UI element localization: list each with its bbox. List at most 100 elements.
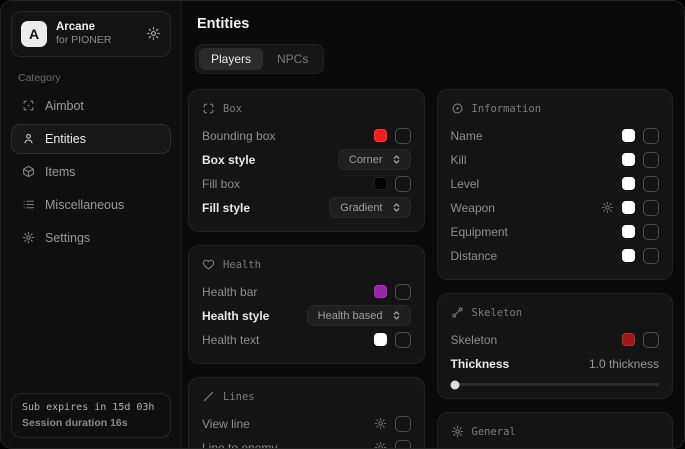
row-label: Health text xyxy=(202,333,259,347)
main-panel: Entities Players NPCs Box Bounding box xyxy=(182,1,684,448)
setting-row-weapon: Weapon xyxy=(451,196,660,219)
app-name: Arcane xyxy=(56,20,111,34)
row-label: Bounding box xyxy=(202,129,275,143)
sidebar-item-settings[interactable]: Settings xyxy=(11,223,171,253)
row-label: View line xyxy=(202,417,250,431)
list-icon xyxy=(22,198,35,211)
app-title-block: Arcane for PIONER xyxy=(56,20,111,48)
row-label: Fill style xyxy=(202,201,250,215)
setting-row-skeleton: Skeleton xyxy=(451,328,660,351)
bounding-box-checkbox[interactable] xyxy=(395,128,411,144)
kill-checkbox[interactable] xyxy=(643,152,659,168)
content-columns: Box Bounding box Box style Corne xyxy=(188,89,673,449)
row-label: Kill xyxy=(451,153,467,167)
setting-row-name: Name xyxy=(451,124,660,147)
color-swatch[interactable] xyxy=(622,153,635,166)
setting-row-health-bar: Health bar xyxy=(202,280,411,303)
sidebar-item-label: Entities xyxy=(45,132,86,146)
weapon-settings-gear-icon[interactable] xyxy=(601,201,614,214)
setting-row-thickness: Thickness 1.0 thickness xyxy=(451,352,660,375)
view-line-checkbox[interactable] xyxy=(395,416,411,432)
sidebar-item-label: Items xyxy=(45,165,76,179)
panel-title: General xyxy=(472,426,516,438)
color-swatch[interactable] xyxy=(622,129,635,142)
color-swatch[interactable] xyxy=(622,225,635,238)
box-style-dropdown[interactable]: Corner xyxy=(338,149,411,170)
tab-players[interactable]: Players xyxy=(199,48,263,70)
settings-gear-icon[interactable] xyxy=(146,26,161,41)
row-label: Distance xyxy=(451,249,498,263)
dropdown-value: Corner xyxy=(349,154,383,166)
row-label: Skeleton xyxy=(451,333,498,347)
color-swatch[interactable] xyxy=(374,285,387,298)
dropdown-value: Health based xyxy=(318,310,383,322)
color-swatch[interactable] xyxy=(622,249,635,262)
row-label: Line to enemy xyxy=(202,441,277,449)
health-panel: Health Health bar Health style H xyxy=(188,245,425,364)
entities-icon xyxy=(22,132,35,145)
sub-expiry-text: Sub expires in 15d 03h xyxy=(22,402,160,413)
setting-row-bounding-box: Bounding box xyxy=(202,124,411,147)
setting-row-box-style: Box style Corner xyxy=(202,148,411,171)
setting-row-kill: Kill xyxy=(451,148,660,171)
color-swatch[interactable] xyxy=(622,201,635,214)
setting-row-health-style: Health style Health based xyxy=(202,304,411,327)
skeleton-panel-header: Skeleton xyxy=(451,306,660,319)
color-swatch[interactable] xyxy=(374,129,387,142)
sidebar-item-aimbot[interactable]: Aimbot xyxy=(11,91,171,121)
left-column: Box Bounding box Box style Corne xyxy=(188,89,425,449)
gear-icon xyxy=(451,425,464,438)
gear-icon xyxy=(22,231,35,244)
category-label: Category xyxy=(18,72,164,84)
sidebar-item-entities[interactable]: Entities xyxy=(11,124,171,154)
sidebar-nav: Aimbot Entities Items Miscellaneous Sett… xyxy=(11,91,171,253)
sidebar-item-miscellaneous[interactable]: Miscellaneous xyxy=(11,190,171,220)
row-label: Name xyxy=(451,129,483,143)
thickness-slider-thumb[interactable] xyxy=(450,380,459,389)
name-checkbox[interactable] xyxy=(643,128,659,144)
app-header: A Arcane for PIONER xyxy=(11,11,171,57)
row-label: Thickness xyxy=(451,357,510,371)
color-swatch[interactable] xyxy=(622,177,635,190)
sidebar-item-label: Settings xyxy=(45,231,90,245)
thickness-slider[interactable] xyxy=(451,383,660,386)
row-label: Level xyxy=(451,177,480,191)
view-line-settings-gear-icon[interactable] xyxy=(374,417,387,430)
thickness-value: 1.0 thickness xyxy=(589,357,659,371)
skeleton-checkbox[interactable] xyxy=(643,332,659,348)
level-checkbox[interactable] xyxy=(643,176,659,192)
information-panel-header: Information xyxy=(451,102,660,115)
box-select-icon xyxy=(202,102,215,115)
sidebar: A Arcane for PIONER Category Aimbot Enti… xyxy=(1,1,182,448)
color-swatch[interactable] xyxy=(622,333,635,346)
session-duration-text: Session duration 16s xyxy=(22,417,160,429)
row-label: Equipment xyxy=(451,225,508,239)
health-panel-header: Health xyxy=(202,258,411,271)
setting-row-distance: Distance xyxy=(451,244,660,267)
setting-row-level: Level xyxy=(451,172,660,195)
setting-row-health-text: Health text xyxy=(202,328,411,351)
fill-box-checkbox[interactable] xyxy=(395,176,411,192)
sidebar-item-items[interactable]: Items xyxy=(11,157,171,187)
sidebar-item-label: Aimbot xyxy=(45,99,84,113)
fill-style-dropdown[interactable]: Gradient xyxy=(329,197,410,218)
health-bar-checkbox[interactable] xyxy=(395,284,411,300)
tab-bar: Players NPCs xyxy=(195,44,324,74)
tab-npcs[interactable]: NPCs xyxy=(265,48,320,70)
health-text-checkbox[interactable] xyxy=(395,332,411,348)
equipment-checkbox[interactable] xyxy=(643,224,659,240)
row-label: Weapon xyxy=(451,201,495,215)
box-panel: Box Bounding box Box style Corne xyxy=(188,89,425,232)
health-style-dropdown[interactable]: Health based xyxy=(307,305,411,326)
weapon-checkbox[interactable] xyxy=(643,200,659,216)
app-logo: A xyxy=(21,21,47,47)
box-panel-header: Box xyxy=(202,102,411,115)
line-to-enemy-checkbox[interactable] xyxy=(395,440,411,449)
aimbot-icon xyxy=(22,99,35,112)
distance-checkbox[interactable] xyxy=(643,248,659,264)
line-to-enemy-settings-gear-icon[interactable] xyxy=(374,441,387,449)
color-swatch[interactable] xyxy=(374,333,387,346)
color-swatch[interactable] xyxy=(374,177,387,190)
lines-panel-header: Lines xyxy=(202,390,411,403)
subscription-info: Sub expires in 15d 03h Session duration … xyxy=(11,393,171,438)
